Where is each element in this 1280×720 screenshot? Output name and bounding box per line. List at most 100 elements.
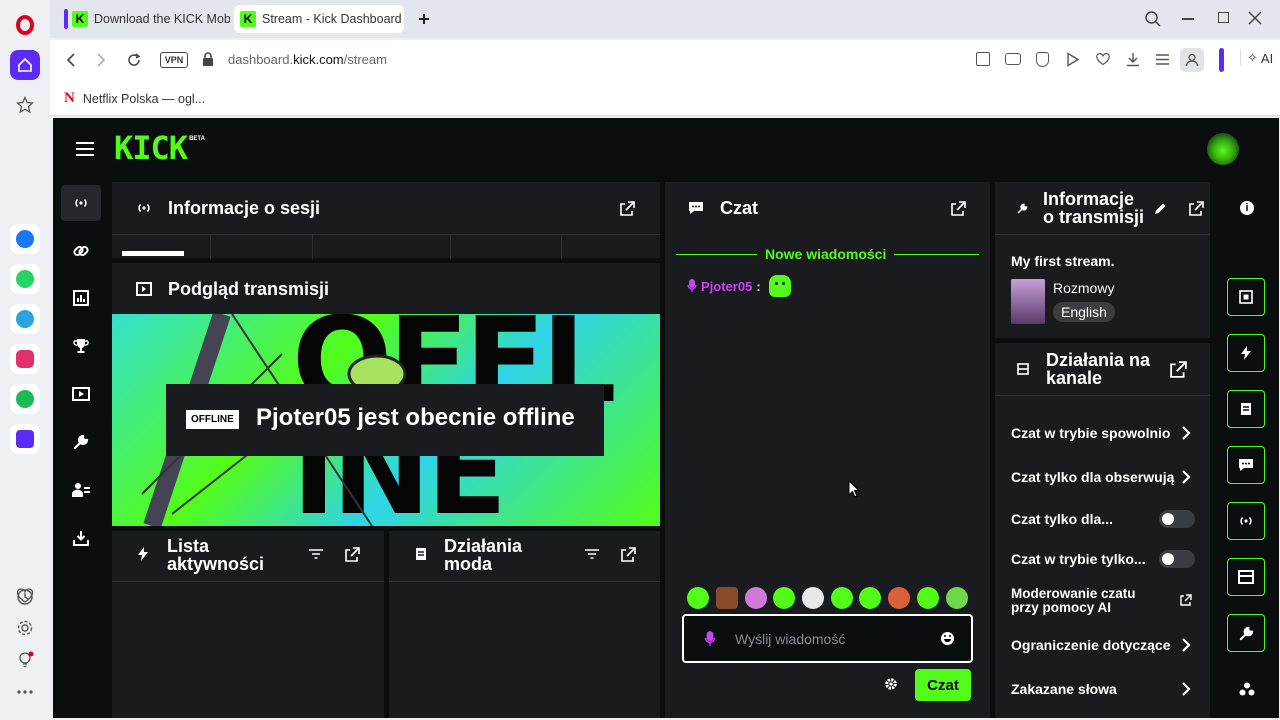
- external-link-icon[interactable]: [1180, 594, 1192, 606]
- chevron-right-icon[interactable]: [1181, 425, 1191, 441]
- subscribers-only-toggle[interactable]: [1159, 510, 1195, 528]
- chevron-right-icon[interactable]: [1181, 681, 1191, 697]
- whatsapp-icon[interactable]: [10, 264, 40, 294]
- info-icon[interactable]: i: [1240, 201, 1254, 215]
- quick-action-wrench-icon[interactable]: [1227, 614, 1265, 652]
- star-icon[interactable]: [10, 90, 40, 120]
- clock-icon[interactable]: [16, 588, 34, 606]
- followers-only-action[interactable]: Czat tylko dla obserwują: [1011, 469, 1183, 485]
- category-name[interactable]: Rozmowy: [1053, 280, 1114, 296]
- spotify-icon[interactable]: [10, 384, 40, 414]
- tab-stream-dashboard[interactable]: K Stream - Kick Dashboard: [234, 5, 404, 33]
- message-username[interactable]: Pjoter05: [701, 279, 752, 294]
- title-line: Działania na: [1046, 350, 1151, 370]
- minimize-icon[interactable]: [1182, 18, 1194, 20]
- emote-icon[interactable]: [917, 587, 939, 609]
- more-dots-icon[interactable]: [10, 677, 40, 707]
- vpn-badge[interactable]: VPN: [160, 52, 188, 68]
- nav-video-icon[interactable]: [61, 376, 101, 412]
- emote-icon[interactable]: [745, 587, 767, 609]
- wrench-icon: [1017, 203, 1028, 214]
- profile-icon[interactable]: [1180, 48, 1204, 72]
- emote-icon[interactable]: [859, 587, 881, 609]
- quick-action-video-icon[interactable]: [1227, 558, 1265, 596]
- shield-icon[interactable]: [1036, 52, 1049, 67]
- restrictions-action[interactable]: Ograniczenie dotyczące: [1011, 637, 1183, 653]
- nav-download-icon[interactable]: [61, 520, 101, 556]
- popout-icon[interactable]: [1189, 201, 1204, 216]
- aria-ai-button[interactable]: ✧ AI: [1240, 50, 1273, 66]
- divider: [389, 581, 660, 582]
- lock-icon[interactable]: [202, 52, 214, 67]
- forward-icon[interactable]: [94, 52, 108, 68]
- hamburger-menu-icon[interactable]: [76, 142, 94, 156]
- emote-icon[interactable]: [802, 587, 824, 609]
- kick-logo[interactable]: KICK BETA: [114, 130, 205, 166]
- emote-icon[interactable]: [716, 587, 738, 609]
- new-tab-plus-icon[interactable]: [414, 9, 434, 29]
- slow-mode-action[interactable]: Czat w trybie spowolnio: [1011, 425, 1183, 441]
- quick-action-chat-icon[interactable]: [1227, 446, 1265, 484]
- camera-icon[interactable]: [1005, 53, 1021, 65]
- easy-setup-icon[interactable]: [1155, 52, 1170, 67]
- emote-icon[interactable]: [888, 587, 910, 609]
- ai-moderation-action[interactable]: Moderowanie czatu przy pomocy AI: [1011, 587, 1161, 615]
- chat-input[interactable]: Wyślij wiadomość: [682, 614, 973, 663]
- quick-action-lightning-icon[interactable]: [1227, 334, 1265, 372]
- quick-action-document-icon[interactable]: [1227, 390, 1265, 428]
- popout-icon[interactable]: [1170, 361, 1187, 378]
- banned-words-action[interactable]: Zakazane słowa: [1011, 681, 1183, 697]
- play-icon[interactable]: [1066, 52, 1080, 67]
- player-icon[interactable]: [10, 424, 40, 454]
- nav-link-icon[interactable]: [61, 233, 101, 269]
- lightning-icon: [138, 547, 148, 561]
- emote-only-toggle[interactable]: [1159, 550, 1195, 568]
- more-actions-icon[interactable]: [1239, 682, 1255, 696]
- popout-icon[interactable]: [620, 201, 635, 216]
- nav-trophy-icon[interactable]: [61, 328, 101, 364]
- popout-icon[interactable]: [621, 547, 636, 562]
- search-tabs-icon[interactable]: [1144, 10, 1162, 28]
- emote-icon[interactable]: [946, 587, 968, 609]
- download-icon[interactable]: [1126, 52, 1140, 67]
- chat-settings-gear-icon[interactable]: [884, 677, 898, 691]
- filter-icon[interactable]: [309, 549, 323, 559]
- chevron-right-icon[interactable]: [1181, 469, 1191, 485]
- instagram-icon[interactable]: [10, 344, 40, 374]
- back-icon[interactable]: [64, 52, 78, 68]
- edit-pencil-icon[interactable]: [1153, 202, 1167, 216]
- quick-action-broadcast-icon[interactable]: [1227, 502, 1265, 540]
- divider: [995, 395, 1210, 396]
- popout-icon[interactable]: [951, 201, 966, 216]
- nav-community-icon[interactable]: [61, 472, 101, 508]
- emote-icon[interactable]: [687, 587, 709, 609]
- home-icon[interactable]: [10, 50, 40, 80]
- close-window-icon[interactable]: [1248, 11, 1262, 25]
- session-info-panel: Informacje o sesji: [112, 182, 660, 259]
- nav-analytics-icon[interactable]: [61, 280, 101, 316]
- channel-actions-panel: Działania na kanale: [995, 343, 1210, 718]
- restore-icon[interactable]: [1218, 12, 1229, 23]
- quick-action-clip-icon[interactable]: [1227, 278, 1265, 316]
- lightbulb-icon[interactable]: [10, 645, 40, 675]
- opera-logo-icon[interactable]: [10, 10, 40, 40]
- nav-stream-icon[interactable]: [61, 185, 101, 221]
- tab-download-kick[interactable]: K Download the KICK Mobile: [58, 5, 230, 33]
- messenger-icon[interactable]: [10, 224, 40, 254]
- edit-page-icon[interactable]: [976, 52, 990, 66]
- telegram-icon[interactable]: [10, 304, 40, 334]
- send-chat-button[interactable]: Czat: [915, 669, 971, 701]
- popout-icon[interactable]: [345, 547, 360, 562]
- emote-icon[interactable]: [773, 587, 795, 609]
- emoji-picker-icon[interactable]: [941, 632, 954, 645]
- url-field[interactable]: dashboard.kick.com/stream: [228, 52, 387, 67]
- bookmark-netflix[interactable]: N Netflix Polska — ogl...: [64, 90, 205, 107]
- chevron-right-icon[interactable]: [1181, 637, 1191, 653]
- offline-image: OFFLINE OFFLINE Pjoter05 jest obecnie of…: [112, 314, 660, 526]
- heart-icon[interactable]: [1095, 52, 1111, 67]
- reload-icon[interactable]: [126, 52, 142, 68]
- filter-icon[interactable]: [585, 549, 599, 559]
- emote-icon[interactable]: [831, 587, 853, 609]
- nav-wrench-icon[interactable]: [61, 424, 101, 460]
- user-avatar[interactable]: [1207, 133, 1239, 165]
